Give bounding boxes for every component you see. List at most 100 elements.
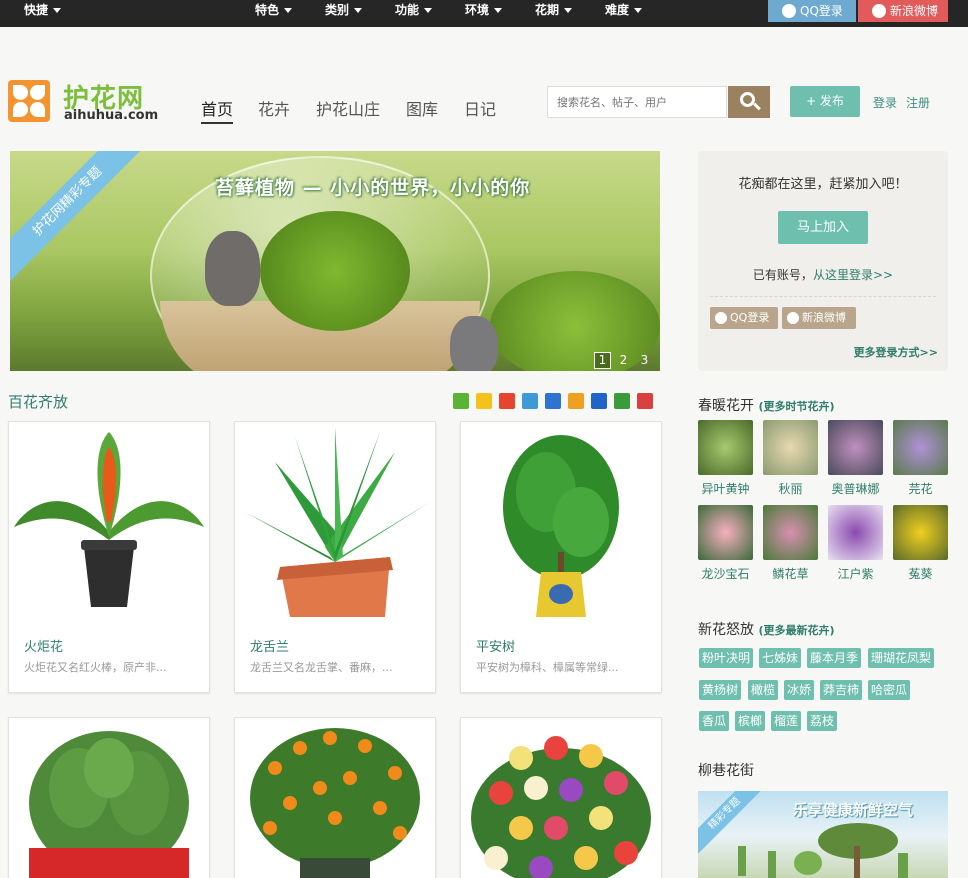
nav-flowers[interactable]: 花卉	[258, 96, 290, 120]
menu-bloom-season[interactable]: 花期	[535, 0, 573, 27]
renren-icon[interactable]	[591, 393, 607, 409]
flower-thumb-label[interactable]: 菟葵	[893, 565, 948, 582]
qq-login-button[interactable]: QQ登录	[768, 0, 856, 22]
flower-thumb-label[interactable]: 异叶黄钟	[698, 480, 753, 497]
flower-thumb[interactable]	[893, 505, 948, 560]
featured-banner[interactable]: 护花网精彩专题 苔藓植物 — 小小的世界，小小的你 123	[10, 151, 660, 371]
flower-thumb[interactable]	[763, 420, 818, 475]
section-title: 百花齐放	[8, 393, 69, 411]
search-input[interactable]	[547, 86, 727, 118]
banner-page-1[interactable]: 1	[594, 352, 611, 369]
join-text: 花痴都在这里，赶紧加入吧！	[738, 177, 908, 192]
plant-name[interactable]: 平安树	[476, 636, 515, 655]
join-panel: 花痴都在这里，赶紧加入吧！ 马上加入 已有账号，从这里登录>> QQ登录 新浪微…	[698, 151, 948, 371]
flower-thumb[interactable]	[828, 505, 883, 560]
plant-card[interactable]: 火炬花 火炬花又名红火棒，原产非...	[8, 421, 210, 693]
flower-thumb[interactable]	[828, 420, 883, 475]
login-link[interactable]: 登录	[873, 94, 897, 111]
flower-thumb-label[interactable]: 芫花	[893, 480, 948, 497]
flower-tag[interactable]: 哈密瓜	[868, 680, 911, 700]
tencent-weibo-icon[interactable]	[522, 393, 538, 409]
register-link[interactable]: 注册	[906, 94, 930, 111]
flower-thumb[interactable]	[893, 420, 948, 475]
logo-icon[interactable]	[8, 80, 50, 122]
chevron-down-icon	[354, 8, 363, 13]
qq-icon	[715, 312, 727, 324]
flower-tag[interactable]: 荔枝	[807, 711, 838, 731]
flower-tag[interactable]: 藤本月季	[807, 648, 862, 668]
plant-image	[461, 422, 661, 622]
plant-card[interactable]	[460, 717, 662, 878]
weibo-icon[interactable]	[499, 393, 515, 409]
menu-shortcut[interactable]: 快捷	[24, 0, 62, 27]
menu-feature[interactable]: 特色	[255, 0, 293, 27]
nav-gallery[interactable]: 图库	[406, 96, 438, 120]
divider	[710, 296, 936, 297]
flower-thumb-label[interactable]: 奥普琳娜	[828, 480, 883, 497]
qq-login-button[interactable]: QQ登录	[710, 307, 778, 329]
chevron-down-icon	[424, 8, 433, 13]
banner-pager: 123	[594, 352, 657, 370]
new-more-link[interactable]: (更多最新花卉)	[758, 624, 834, 637]
chevron-down-icon	[564, 8, 573, 13]
menu-difficulty[interactable]: 难度	[605, 0, 643, 27]
plant-name[interactable]: 火炬花	[24, 636, 63, 655]
chevron-down-icon	[284, 8, 293, 13]
flower-tag[interactable]: 黄杨树	[699, 680, 742, 700]
youdao-icon[interactable]	[637, 393, 653, 409]
join-button[interactable]: 马上加入	[778, 211, 868, 244]
plant-image	[9, 718, 209, 878]
plant-card[interactable]	[8, 717, 210, 878]
flower-tag[interactable]: 榴莲	[771, 711, 802, 731]
plant-card[interactable]	[234, 717, 436, 878]
menu-category[interactable]: 类别	[325, 0, 363, 27]
flower-thumb[interactable]	[698, 420, 753, 475]
flower-thumb-label[interactable]: 江户紫	[828, 565, 883, 582]
login-here-link[interactable]: 从这里登录>>	[813, 268, 893, 282]
spring-section-title: 春暖花开 (更多时节花卉)	[698, 398, 835, 414]
succulent-image	[738, 823, 908, 878]
qzone-icon[interactable]	[476, 393, 492, 409]
plant-card[interactable]: 平安树 平安树为樟科、樟属等常绿...	[460, 421, 662, 693]
plant-image	[461, 718, 661, 878]
flower-thumb-label[interactable]: 秋丽	[763, 480, 818, 497]
plant-name[interactable]: 龙舌兰	[250, 636, 289, 655]
tieba-icon[interactable]	[545, 393, 561, 409]
flower-tag[interactable]: 橄榄	[748, 680, 779, 700]
nav-diary[interactable]: 日记	[464, 96, 496, 120]
flower-tag[interactable]: 粉叶决明	[699, 648, 754, 668]
flower-tag[interactable]: 珊瑚花凤梨	[868, 648, 935, 668]
spring-more-link[interactable]: (更多时节花卉)	[758, 400, 834, 413]
flower-thumb-label[interactable]: 龙沙宝石	[698, 565, 753, 582]
street-banner[interactable]: 精彩专题 乐享健康新鲜空气	[698, 791, 948, 878]
more-login-link[interactable]: 更多登录方式>>	[854, 344, 938, 360]
plant-card[interactable]: 龙舌兰 龙舌兰又名龙舌掌、番麻，...	[234, 421, 436, 693]
plant-image	[9, 422, 209, 622]
flower-tag[interactable]: 冰娇	[784, 680, 815, 700]
wechat-icon[interactable]	[453, 393, 469, 409]
top-bar: 快捷 特色 类别 功能 环境 花期 难度 QQ登录 新浪微博	[0, 0, 968, 27]
nav-forum[interactable]: 护花山庄	[316, 96, 380, 120]
weibo-login-button[interactable]: 新浪微博	[858, 0, 948, 22]
douban-icon[interactable]	[614, 393, 630, 409]
flower-tag[interactable]: 莽吉柿	[820, 680, 863, 700]
banner-page-2[interactable]: 2	[615, 353, 632, 370]
flower-thumb-label[interactable]: 鳞花草	[763, 565, 818, 582]
flower-thumb[interactable]	[698, 505, 753, 560]
banner-caption: 苔藓植物 — 小小的世界，小小的你	[215, 177, 531, 199]
weibo-icon	[872, 4, 886, 18]
search-button[interactable]	[728, 86, 770, 118]
menu-environment[interactable]: 环境	[465, 0, 503, 27]
nav-home[interactable]: 首页	[201, 96, 234, 124]
flower-tag[interactable]: 香瓜	[699, 711, 730, 731]
flower-thumb[interactable]	[763, 505, 818, 560]
flower-tag[interactable]: 七姊妹	[759, 648, 802, 668]
weibo-login-button[interactable]: 新浪微博	[782, 307, 856, 329]
flower-tag[interactable]: 槟榔	[735, 711, 766, 731]
logo-domain: aihuhua.com	[64, 108, 159, 123]
chevron-down-icon	[494, 8, 503, 13]
banner-page-3[interactable]: 3	[636, 353, 653, 370]
publish-button[interactable]: + 发布	[790, 86, 860, 117]
kaixin-icon[interactable]	[568, 393, 584, 409]
menu-function[interactable]: 功能	[395, 0, 433, 27]
